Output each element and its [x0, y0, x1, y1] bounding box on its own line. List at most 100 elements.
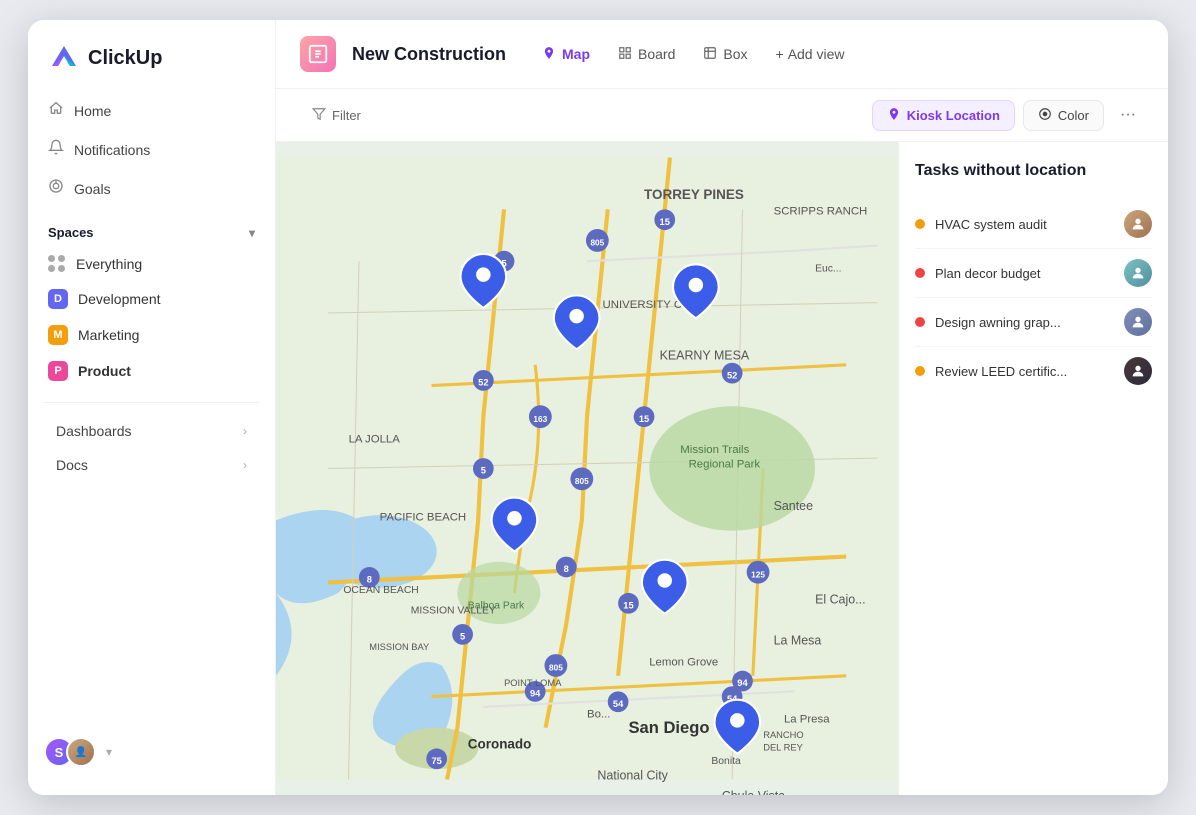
task-name: Plan decor budget	[935, 266, 1114, 281]
kiosk-location-label: Kiosk Location	[907, 108, 1000, 123]
svg-text:163: 163	[533, 414, 547, 424]
svg-text:8: 8	[367, 575, 372, 585]
svg-text:Mission Trails: Mission Trails	[680, 444, 749, 456]
svg-text:MISSION VALLEY: MISSION VALLEY	[411, 606, 496, 617]
svg-text:52: 52	[478, 378, 488, 388]
svg-text:5: 5	[460, 632, 465, 642]
sidebar-item-development-label: Development	[78, 291, 161, 307]
color-icon	[1038, 107, 1052, 124]
sidebar-item-product-label: Product	[78, 363, 131, 379]
task-status-dot	[915, 366, 925, 376]
sidebar-item-development[interactable]: D Development	[36, 282, 267, 316]
svg-text:LA JOLLA: LA JOLLA	[349, 434, 401, 446]
sidebar: ClickUp Home Notifications Goals	[28, 20, 276, 795]
color-label: Color	[1058, 108, 1089, 123]
sidebar-item-docs-label: Docs	[56, 457, 88, 473]
svg-text:Chula Vista: Chula Vista	[722, 789, 785, 795]
tab-box[interactable]: Box	[691, 40, 759, 69]
sidebar-item-notifications[interactable]: Notifications	[36, 131, 267, 168]
task-status-dot	[915, 317, 925, 327]
svg-text:15: 15	[639, 414, 649, 424]
avatar-chevron-icon[interactable]: ▾	[106, 745, 112, 759]
spaces-section-label: Spaces ▾	[28, 209, 275, 248]
task-item[interactable]: Plan decor budget	[915, 249, 1152, 298]
more-icon: ···	[1120, 106, 1136, 124]
svg-text:5: 5	[481, 466, 486, 476]
svg-text:Euc...: Euc...	[815, 264, 842, 275]
svg-text:Coronado: Coronado	[468, 736, 532, 751]
logo: ClickUp	[28, 20, 275, 92]
add-view-button[interactable]: + Add view	[764, 40, 857, 68]
tab-map[interactable]: Map	[530, 40, 602, 69]
svg-text:52: 52	[727, 370, 737, 380]
svg-text:94: 94	[530, 689, 541, 699]
svg-text:805: 805	[549, 663, 563, 673]
task-item[interactable]: Design awning grap...	[915, 298, 1152, 347]
svg-text:15: 15	[660, 217, 670, 227]
tab-map-label: Map	[562, 46, 590, 62]
task-name: HVAC system audit	[935, 217, 1114, 232]
user-avatar-2[interactable]: 👤	[66, 737, 96, 767]
svg-text:San Diego: San Diego	[628, 718, 709, 737]
filter-button[interactable]: Filter	[300, 102, 373, 129]
sidebar-item-dashboards[interactable]: Dashboards ›	[36, 415, 267, 447]
home-icon	[48, 100, 64, 121]
dashboards-chevron-icon: ›	[243, 424, 247, 438]
svg-text:SCRIPPS RANCH: SCRIPPS RANCH	[774, 206, 868, 218]
map-tab-icon	[542, 46, 556, 63]
panel-title: Tasks without location	[915, 162, 1152, 180]
right-panel: Tasks without location HVAC system audit…	[898, 142, 1168, 795]
kiosk-location-button[interactable]: Kiosk Location	[872, 100, 1015, 131]
spaces-chevron-icon[interactable]: ▾	[249, 226, 255, 240]
sidebar-divider	[44, 402, 259, 403]
svg-text:805: 805	[590, 238, 604, 248]
box-tab-icon	[703, 46, 717, 63]
more-options-button[interactable]: ···	[1112, 99, 1144, 131]
bell-icon	[48, 139, 64, 160]
development-avatar: D	[48, 289, 68, 309]
sidebar-item-home[interactable]: Home	[36, 92, 267, 129]
sidebar-item-notifications-label: Notifications	[74, 142, 150, 158]
svg-text:National City: National City	[597, 769, 668, 783]
svg-text:94: 94	[737, 678, 748, 688]
sidebar-item-product[interactable]: P Product	[36, 354, 267, 388]
sidebar-item-marketing[interactable]: M Marketing	[36, 318, 267, 352]
tab-box-label: Box	[723, 46, 747, 62]
project-title: New Construction	[352, 44, 506, 65]
tab-board-label: Board	[638, 46, 675, 62]
svg-text:RANCHO: RANCHO	[763, 730, 803, 740]
task-item[interactable]: Review LEED certific...	[915, 347, 1152, 395]
sidebar-item-dashboards-label: Dashboards	[56, 423, 132, 439]
sidebar-item-goals-label: Goals	[74, 181, 111, 197]
toolbar: Filter Kiosk Location Color ···	[276, 89, 1168, 142]
docs-chevron-icon: ›	[243, 458, 247, 472]
app-shell: ClickUp Home Notifications Goals	[28, 20, 1168, 795]
tab-board[interactable]: Board	[606, 40, 687, 69]
map-svg: Mission Trails Regional Park Balboa Park…	[276, 142, 898, 795]
sidebar-nav: Home Notifications Goals	[28, 92, 275, 209]
svg-text:Bonita: Bonita	[711, 756, 741, 767]
view-tabs: Map Board Box + Add view	[530, 40, 856, 69]
color-button[interactable]: Color	[1023, 100, 1104, 131]
sidebar-item-everything[interactable]: Everything	[36, 248, 267, 280]
map-area[interactable]: Mission Trails Regional Park Balboa Park…	[276, 142, 898, 795]
clickup-logo-icon	[48, 42, 80, 74]
task-name: Design awning grap...	[935, 315, 1114, 330]
task-name: Review LEED certific...	[935, 364, 1114, 379]
sidebar-item-everything-label: Everything	[76, 256, 142, 272]
sidebar-item-docs[interactable]: Docs ›	[36, 449, 267, 481]
task-item[interactable]: HVAC system audit	[915, 200, 1152, 249]
svg-text:54: 54	[613, 699, 624, 709]
svg-text:Santee: Santee	[774, 499, 814, 513]
sidebar-item-marketing-label: Marketing	[78, 327, 139, 343]
sidebar-item-home-label: Home	[74, 103, 111, 119]
sidebar-item-goals[interactable]: Goals	[36, 170, 267, 207]
svg-text:15: 15	[623, 600, 633, 610]
header: New Construction Map Board	[276, 20, 1168, 89]
task-avatar	[1124, 259, 1152, 287]
task-status-dot	[915, 268, 925, 278]
task-status-dot	[915, 219, 925, 229]
map-container: Mission Trails Regional Park Balboa Park…	[276, 142, 1168, 795]
svg-text:75: 75	[431, 756, 441, 766]
sidebar-footer: S 👤 ▾	[28, 725, 275, 779]
